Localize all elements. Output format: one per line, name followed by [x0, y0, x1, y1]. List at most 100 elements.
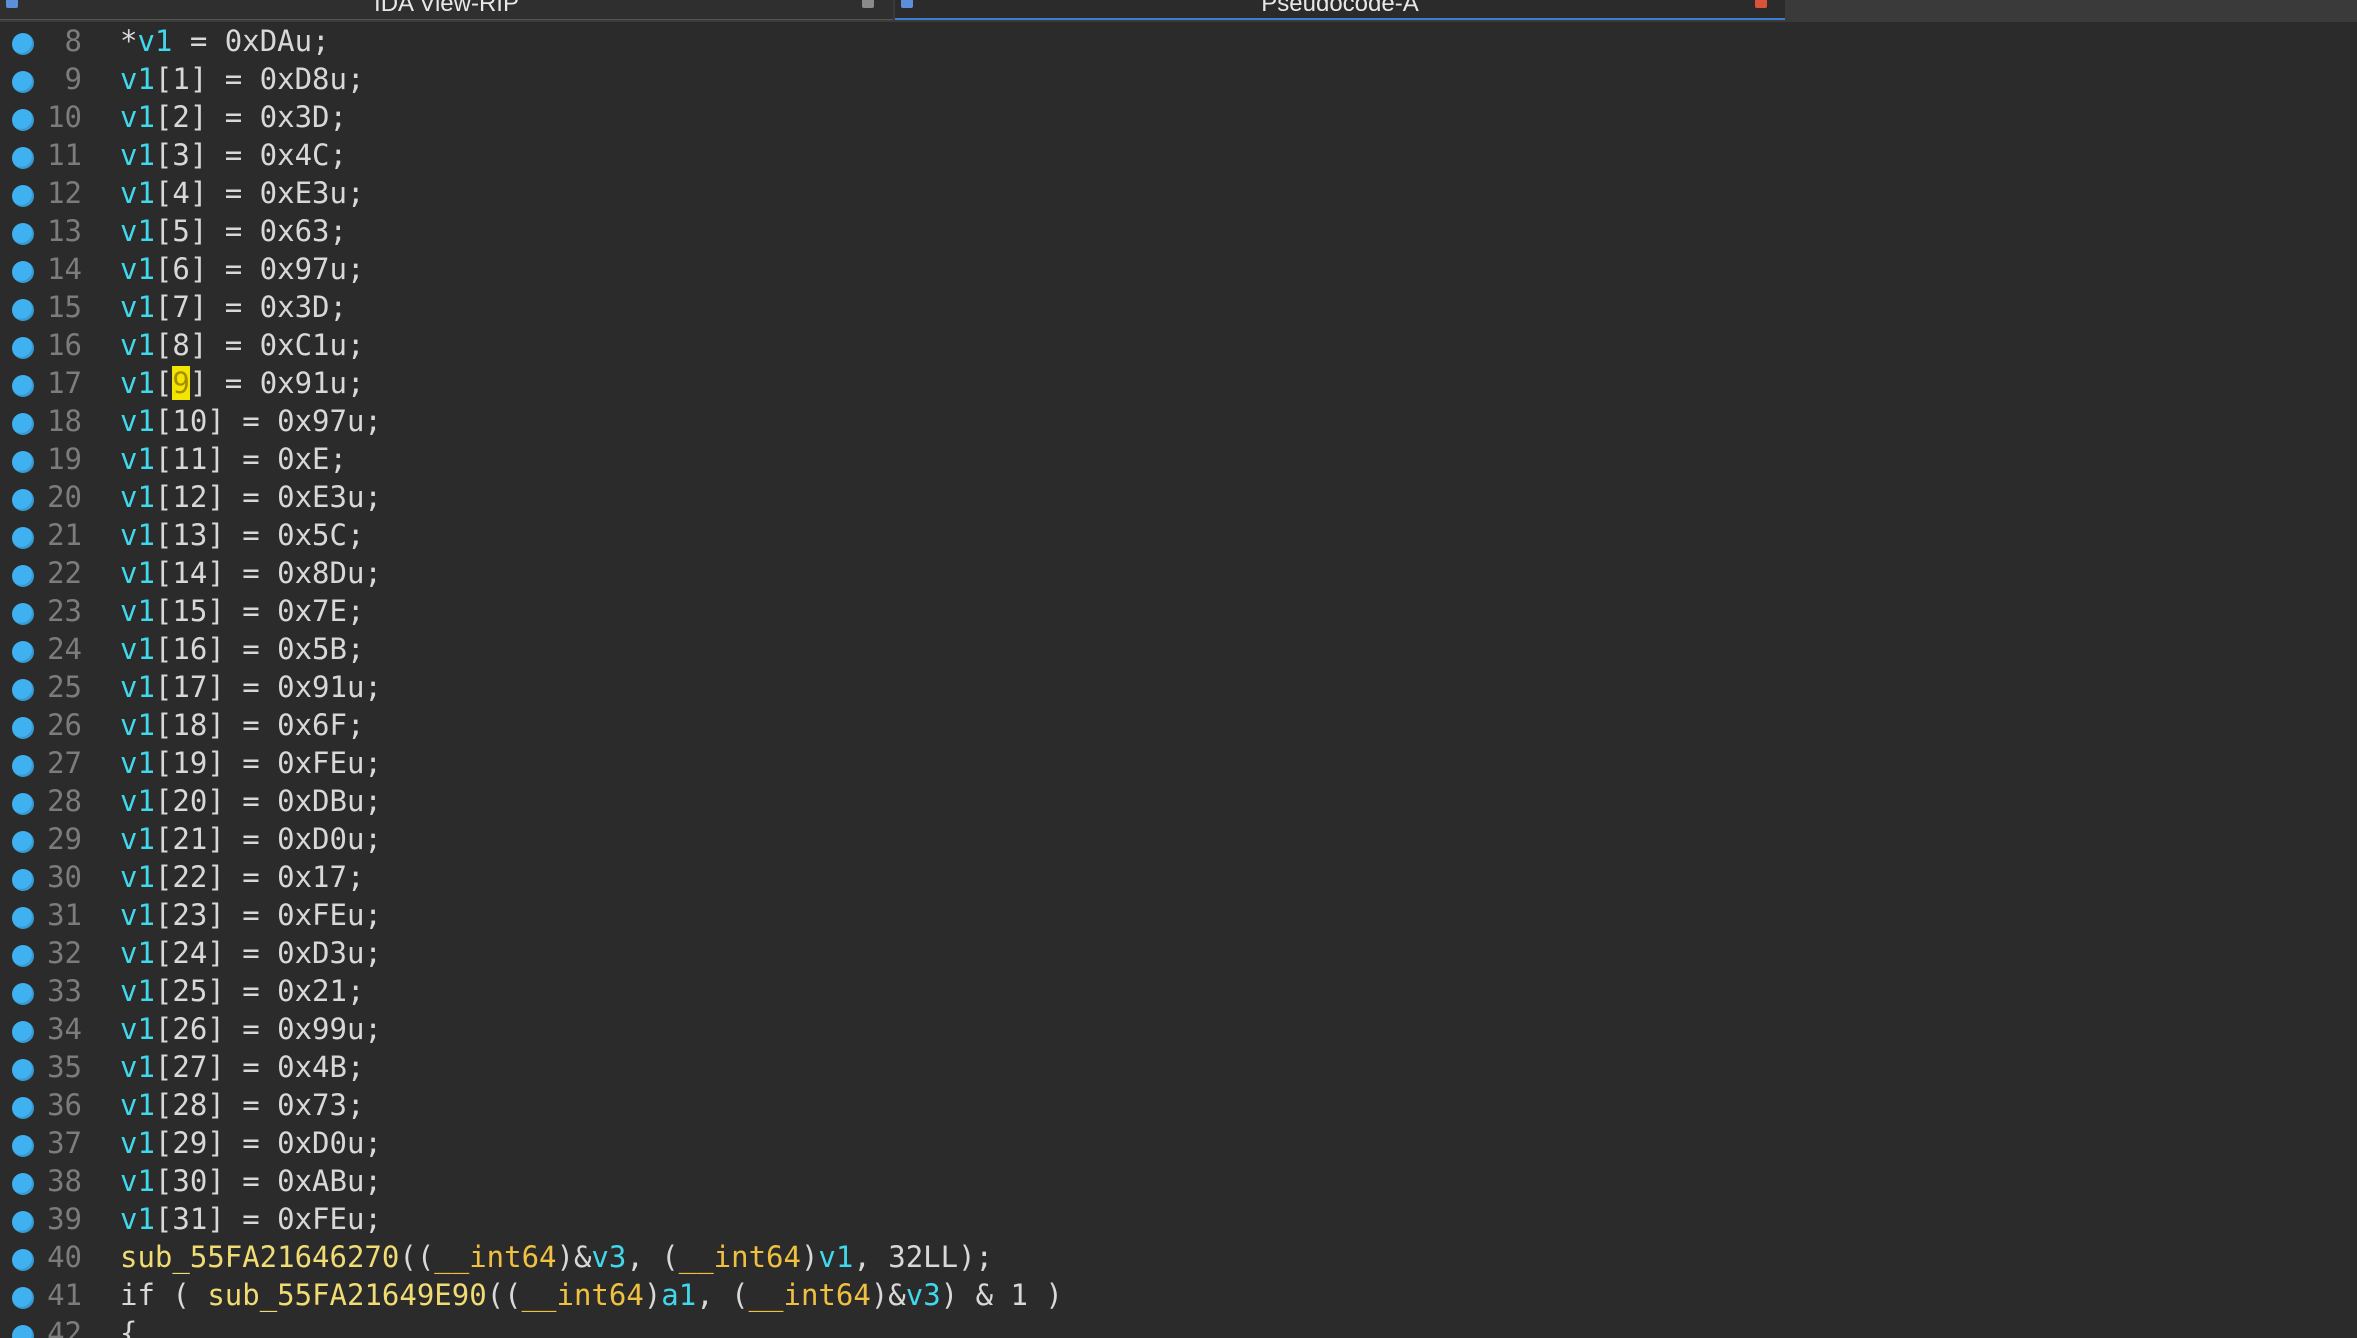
breakpoint-dot-icon[interactable] — [12, 945, 34, 967]
code-line[interactable]: 30 v1[22] = 0x17; — [0, 858, 2357, 896]
code-line[interactable]: 22 v1[14] = 0x8Du; — [0, 554, 2357, 592]
breakpoint-dot-icon[interactable] — [12, 261, 34, 283]
breakpoint-dot-icon[interactable] — [12, 1173, 34, 1195]
code-line[interactable]: 40 sub_55FA21646270((__int64)&v3, (__int6… — [0, 1238, 2357, 1276]
breakpoint-dot-icon[interactable] — [12, 565, 34, 587]
code-text[interactable]: v1[4] = 0xE3u; — [120, 174, 364, 212]
code-text[interactable]: v1[12] = 0xE3u; — [120, 478, 382, 516]
code-line[interactable]: 19 v1[11] = 0xE; — [0, 440, 2357, 478]
breakpoint-dot-icon[interactable] — [12, 1135, 34, 1157]
code-text[interactable]: v1[21] = 0xD0u; — [120, 820, 382, 858]
breakpoint-dot-icon[interactable] — [12, 1021, 34, 1043]
code-line[interactable]: 25 v1[17] = 0x91u; — [0, 668, 2357, 706]
code-text[interactable]: v1[26] = 0x99u; — [120, 1010, 382, 1048]
breakpoint-dot-icon[interactable] — [12, 793, 34, 815]
breakpoint-dot-icon[interactable] — [12, 413, 34, 435]
code-line[interactable]: 33 v1[25] = 0x21; — [0, 972, 2357, 1010]
code-line[interactable]: 13 v1[5] = 0x63; — [0, 212, 2357, 250]
code-text[interactable]: v1[17] = 0x91u; — [120, 668, 382, 706]
breakpoint-dot-icon[interactable] — [12, 527, 34, 549]
code-line[interactable]: 31 v1[23] = 0xFEu; — [0, 896, 2357, 934]
code-line[interactable]: 28 v1[20] = 0xDBu; — [0, 782, 2357, 820]
breakpoint-dot-icon[interactable] — [12, 603, 34, 625]
breakpoint-dot-icon[interactable] — [12, 451, 34, 473]
code-line[interactable]: 35 v1[27] = 0x4B; — [0, 1048, 2357, 1086]
breakpoint-dot-icon[interactable] — [12, 1325, 34, 1338]
breakpoint-dot-icon[interactable] — [12, 71, 34, 93]
code-line[interactable]: 23 v1[15] = 0x7E; — [0, 592, 2357, 630]
breakpoint-dot-icon[interactable] — [12, 907, 34, 929]
breakpoint-dot-icon[interactable] — [12, 755, 34, 777]
code-text[interactable]: v1[16] = 0x5B; — [120, 630, 364, 668]
code-text[interactable]: v1[23] = 0xFEu; — [120, 896, 382, 934]
code-text[interactable]: v1[30] = 0xABu; — [120, 1162, 382, 1200]
breakpoint-dot-icon[interactable] — [12, 1287, 34, 1309]
breakpoint-dot-icon[interactable] — [12, 185, 34, 207]
code-text[interactable]: v1[7] = 0x3D; — [120, 288, 347, 326]
tab-ida-view[interactable]: IDA View-RIP — [0, 0, 893, 20]
close-tab-icon[interactable] — [1755, 0, 1767, 8]
breakpoint-dot-icon[interactable] — [12, 1097, 34, 1119]
code-line[interactable]: 36 v1[28] = 0x73; — [0, 1086, 2357, 1124]
breakpoint-dot-icon[interactable] — [12, 147, 34, 169]
code-text[interactable]: v1[20] = 0xDBu; — [120, 782, 382, 820]
code-text[interactable]: v1[9] = 0x91u; — [120, 364, 364, 402]
breakpoint-dot-icon[interactable] — [12, 717, 34, 739]
breakpoint-dot-icon[interactable] — [12, 679, 34, 701]
code-line[interactable]: 14 v1[6] = 0x97u; — [0, 250, 2357, 288]
code-text[interactable]: { — [120, 1314, 137, 1338]
code-text[interactable]: v1[1] = 0xD8u; — [120, 60, 364, 98]
breakpoint-dot-icon[interactable] — [12, 1249, 34, 1271]
code-text[interactable]: v1[10] = 0x97u; — [120, 402, 382, 440]
code-text[interactable]: v1[14] = 0x8Du; — [120, 554, 382, 592]
code-text[interactable]: v1[2] = 0x3D; — [120, 98, 347, 136]
code-text[interactable]: v1[25] = 0x21; — [120, 972, 364, 1010]
code-line[interactable]: 11 v1[3] = 0x4C; — [0, 136, 2357, 174]
close-tab-icon[interactable] — [862, 0, 874, 8]
code-line[interactable]: 18 v1[10] = 0x97u; — [0, 402, 2357, 440]
breakpoint-dot-icon[interactable] — [12, 109, 34, 131]
breakpoint-dot-icon[interactable] — [12, 983, 34, 1005]
breakpoint-dot-icon[interactable] — [12, 489, 34, 511]
code-text[interactable]: sub_55FA21646270((__int64)&v3, (__int64)… — [120, 1238, 993, 1276]
code-text[interactable]: v1[15] = 0x7E; — [120, 592, 364, 630]
code-line[interactable]: 8 *v1 = 0xDAu; — [0, 22, 2357, 60]
code-line[interactable]: 17 v1[9] = 0x91u; — [0, 364, 2357, 402]
code-line[interactable]: 16 v1[8] = 0xC1u; — [0, 326, 2357, 364]
code-line[interactable]: 12 v1[4] = 0xE3u; — [0, 174, 2357, 212]
code-line[interactable]: 29 v1[21] = 0xD0u; — [0, 820, 2357, 858]
code-text[interactable]: v1[22] = 0x17; — [120, 858, 364, 896]
pseudocode-editor[interactable]: 8 *v1 = 0xDAu; 9 v1[1] = 0xD8u; 10 v1[2] = 0x… — [0, 22, 2357, 1338]
code-text[interactable]: v1[6] = 0x97u; — [120, 250, 364, 288]
breakpoint-dot-icon[interactable] — [12, 869, 34, 891]
breakpoint-dot-icon[interactable] — [12, 299, 34, 321]
code-line[interactable]: 15 v1[7] = 0x3D; — [0, 288, 2357, 326]
code-text[interactable]: v1[5] = 0x63; — [120, 212, 347, 250]
code-text[interactable]: v1[18] = 0x6F; — [120, 706, 364, 744]
code-line[interactable]: 38 v1[30] = 0xABu; — [0, 1162, 2357, 1200]
code-text[interactable]: v1[24] = 0xD3u; — [120, 934, 382, 972]
code-text[interactable]: v1[8] = 0xC1u; — [120, 326, 364, 364]
breakpoint-dot-icon[interactable] — [12, 831, 34, 853]
code-line[interactable]: 26 v1[18] = 0x6F; — [0, 706, 2357, 744]
code-line[interactable]: 21 v1[13] = 0x5C; — [0, 516, 2357, 554]
code-line[interactable]: 34 v1[26] = 0x99u; — [0, 1010, 2357, 1048]
code-text[interactable]: v1[11] = 0xE; — [120, 440, 347, 478]
code-text[interactable]: v1[3] = 0x4C; — [120, 136, 347, 174]
code-text[interactable]: v1[28] = 0x73; — [120, 1086, 364, 1124]
code-line[interactable]: 20 v1[12] = 0xE3u; — [0, 478, 2357, 516]
code-line[interactable]: 24 v1[16] = 0x5B; — [0, 630, 2357, 668]
breakpoint-dot-icon[interactable] — [12, 223, 34, 245]
breakpoint-dot-icon[interactable] — [12, 1059, 34, 1081]
code-line[interactable]: 37 v1[29] = 0xD0u; — [0, 1124, 2357, 1162]
code-text[interactable]: v1[29] = 0xD0u; — [120, 1124, 382, 1162]
code-line[interactable]: 42 { — [0, 1314, 2357, 1338]
code-text[interactable]: v1[19] = 0xFEu; — [120, 744, 382, 782]
breakpoint-dot-icon[interactable] — [12, 1211, 34, 1233]
code-text[interactable]: v1[27] = 0x4B; — [120, 1048, 364, 1086]
code-line[interactable]: 41 if ( sub_55FA21649E90((__int64)a1, (__… — [0, 1276, 2357, 1314]
code-line[interactable]: 32 v1[24] = 0xD3u; — [0, 934, 2357, 972]
code-text[interactable]: if ( sub_55FA21649E90((__int64)a1, (__in… — [120, 1276, 1063, 1314]
breakpoint-dot-icon[interactable] — [12, 641, 34, 663]
code-line[interactable]: 39 v1[31] = 0xFEu; — [0, 1200, 2357, 1238]
